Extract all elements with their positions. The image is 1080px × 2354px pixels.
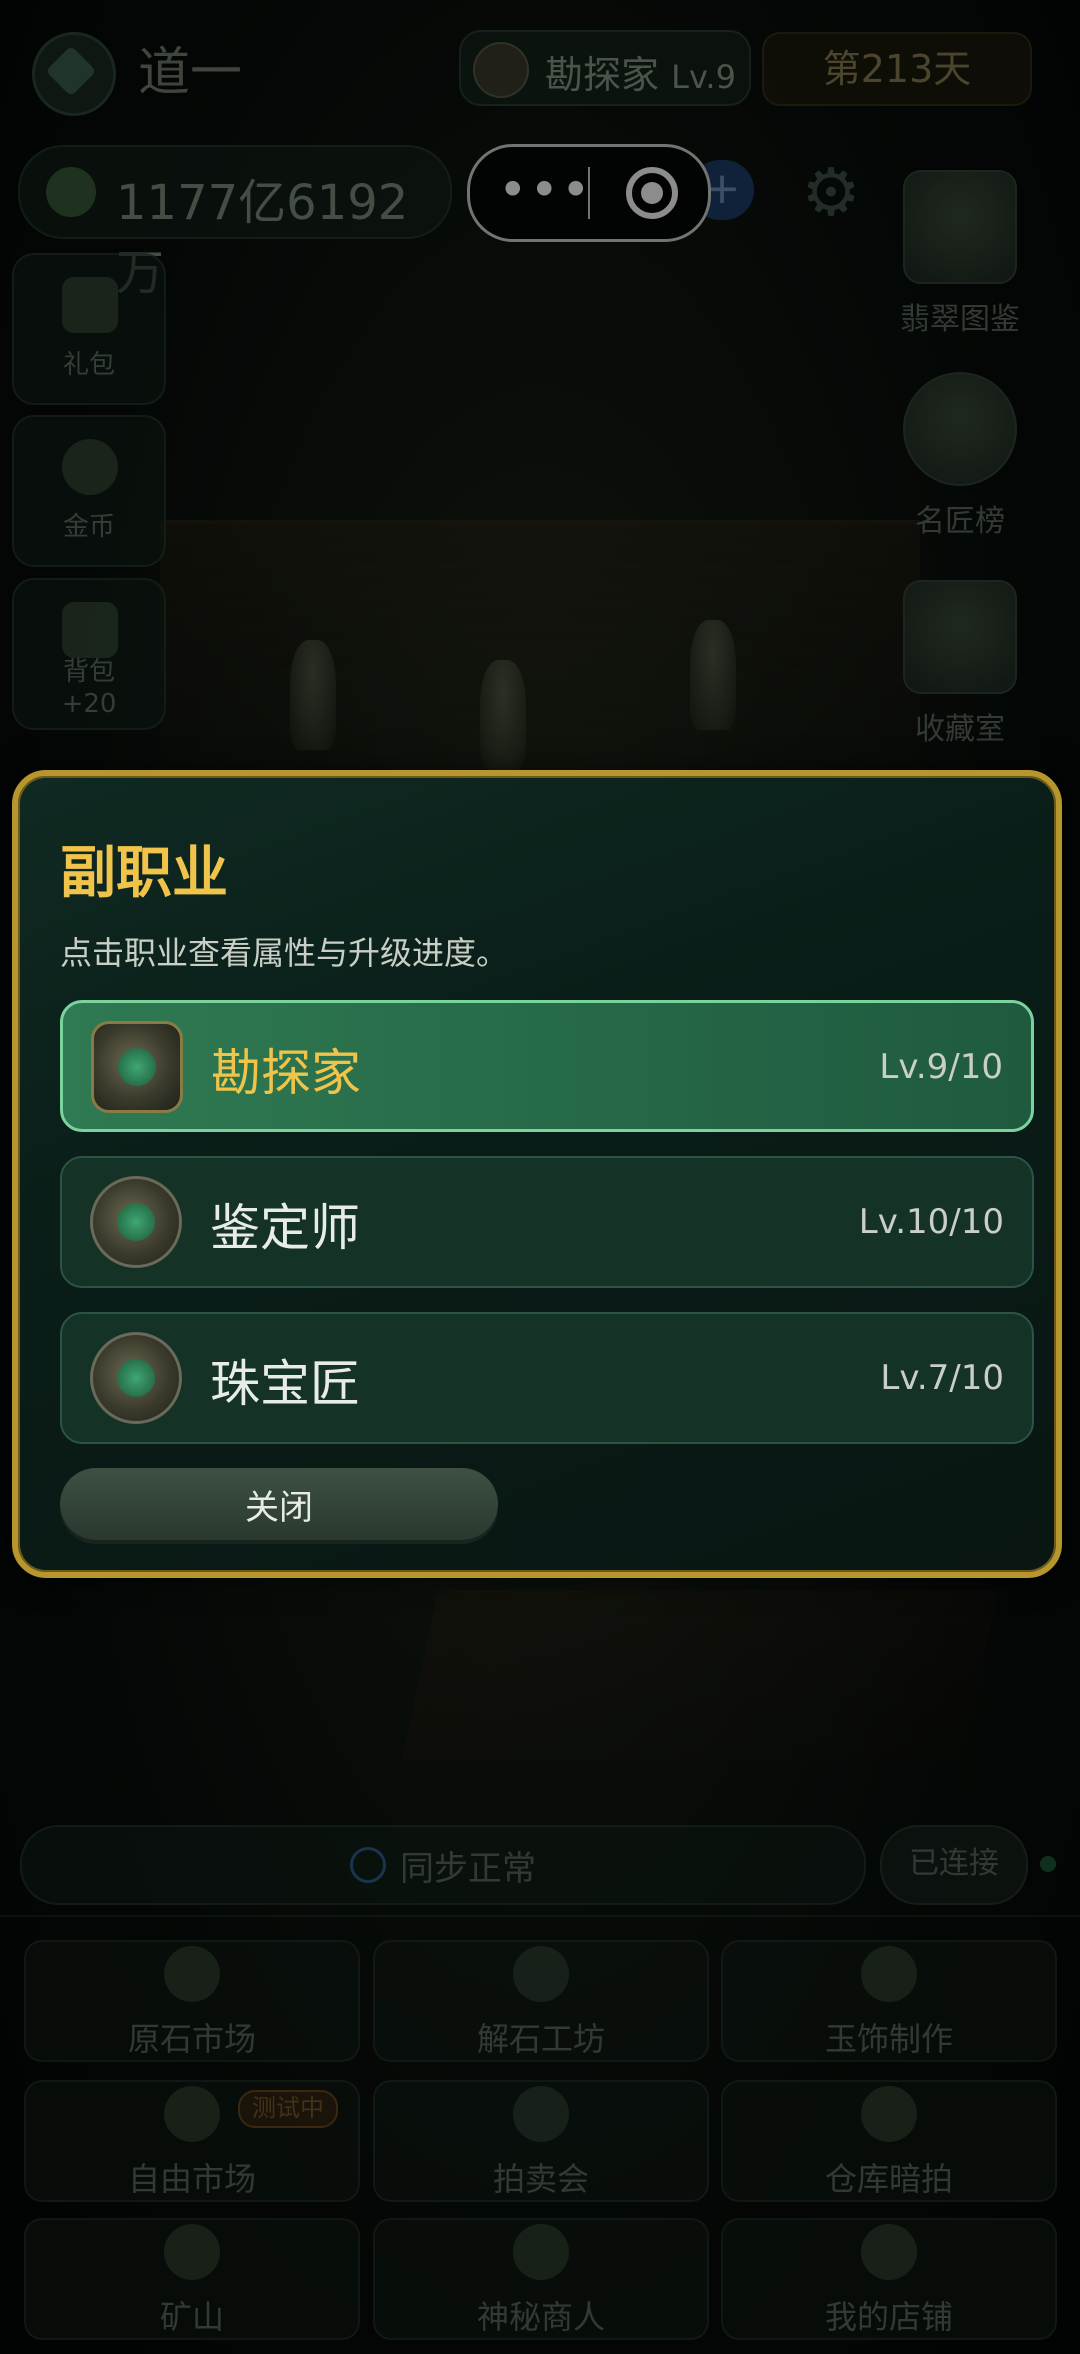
icon-core — [117, 1203, 155, 1241]
job-name: 鉴定师 — [210, 1199, 360, 1257]
job-level: Lv.7/10 — [880, 1358, 1004, 1398]
job-level: Lv.10/10 — [858, 1202, 1004, 1242]
sub-profession-dialog: 副职业 点击职业查看属性与升级进度。 勘探家 Lv.9/10 鉴定师 Lv.10… — [12, 770, 1062, 1578]
job-name: 勘探家 — [211, 1044, 361, 1102]
job-level: Lv.9/10 — [879, 1047, 1003, 1087]
icon-core — [118, 1048, 156, 1086]
job-row-prospector[interactable]: 勘探家 Lv.9/10 — [60, 1000, 1034, 1132]
compass-icon — [91, 1021, 183, 1113]
job-name: 珠宝匠 — [210, 1355, 360, 1413]
job-row-jeweler[interactable]: 珠宝匠 Lv.7/10 — [60, 1312, 1034, 1444]
magnifier-icon — [90, 1176, 182, 1268]
dialog-title: 副职业 — [60, 841, 228, 906]
icon-core — [117, 1359, 155, 1397]
dialog-subtitle: 点击职业查看属性与升级进度。 — [60, 934, 509, 972]
game-screen: 道一 勘探家 Lv.9 第213天 1177亿6192万 + ⚙ ••• 礼包 … — [0, 0, 1080, 2354]
job-row-appraiser[interactable]: 鉴定师 Lv.10/10 — [60, 1156, 1034, 1288]
jewel-icon — [90, 1332, 182, 1424]
close-button[interactable]: 关闭 — [60, 1468, 498, 1540]
